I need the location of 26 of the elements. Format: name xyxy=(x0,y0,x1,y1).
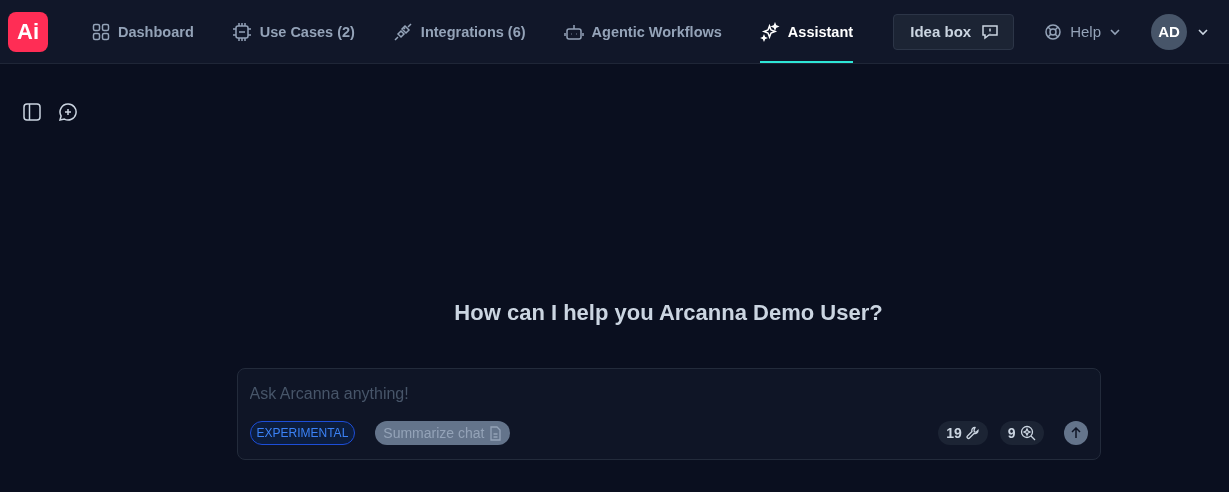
sources-count-button[interactable]: 9 xyxy=(999,421,1044,445)
plug-icon xyxy=(392,21,413,42)
user-avatar[interactable]: AD xyxy=(1151,13,1187,50)
comment-alert-icon xyxy=(981,22,1000,41)
nav-tab[interactable]: Integrations (6) xyxy=(392,0,526,63)
nav-tab[interactable]: Agentic Workflows xyxy=(563,0,722,63)
logo[interactable]: Ai xyxy=(8,11,48,52)
arrow-up-icon xyxy=(1069,427,1082,439)
grid-icon xyxy=(92,22,110,41)
wrench-icon xyxy=(965,426,980,440)
new-chat-icon[interactable] xyxy=(58,102,78,122)
search-sparkle-icon xyxy=(1019,425,1036,441)
lifebuoy-icon xyxy=(1044,22,1063,41)
chip-icon xyxy=(231,21,252,42)
nav-tab[interactable]: Assistant xyxy=(759,0,854,63)
sidebar-toggle-icon[interactable] xyxy=(22,102,42,122)
sparkles-icon xyxy=(759,21,780,42)
help-button[interactable]: Help xyxy=(1038,21,1127,42)
greeting-heading: How can I help you Arcanna Demo User? xyxy=(454,300,883,326)
idea-box-button[interactable]: Idea box xyxy=(893,13,1015,50)
tools-count-button[interactable]: 19 xyxy=(938,421,988,445)
document-icon xyxy=(489,425,503,441)
nav-tab[interactable]: Dashboard xyxy=(92,0,194,63)
experimental-badge: EXPERIMENTAL xyxy=(249,421,356,445)
nav-tab[interactable]: Use Cases (2) xyxy=(231,0,355,63)
message-input[interactable]: Ask Arcanna anything! xyxy=(249,385,1088,403)
